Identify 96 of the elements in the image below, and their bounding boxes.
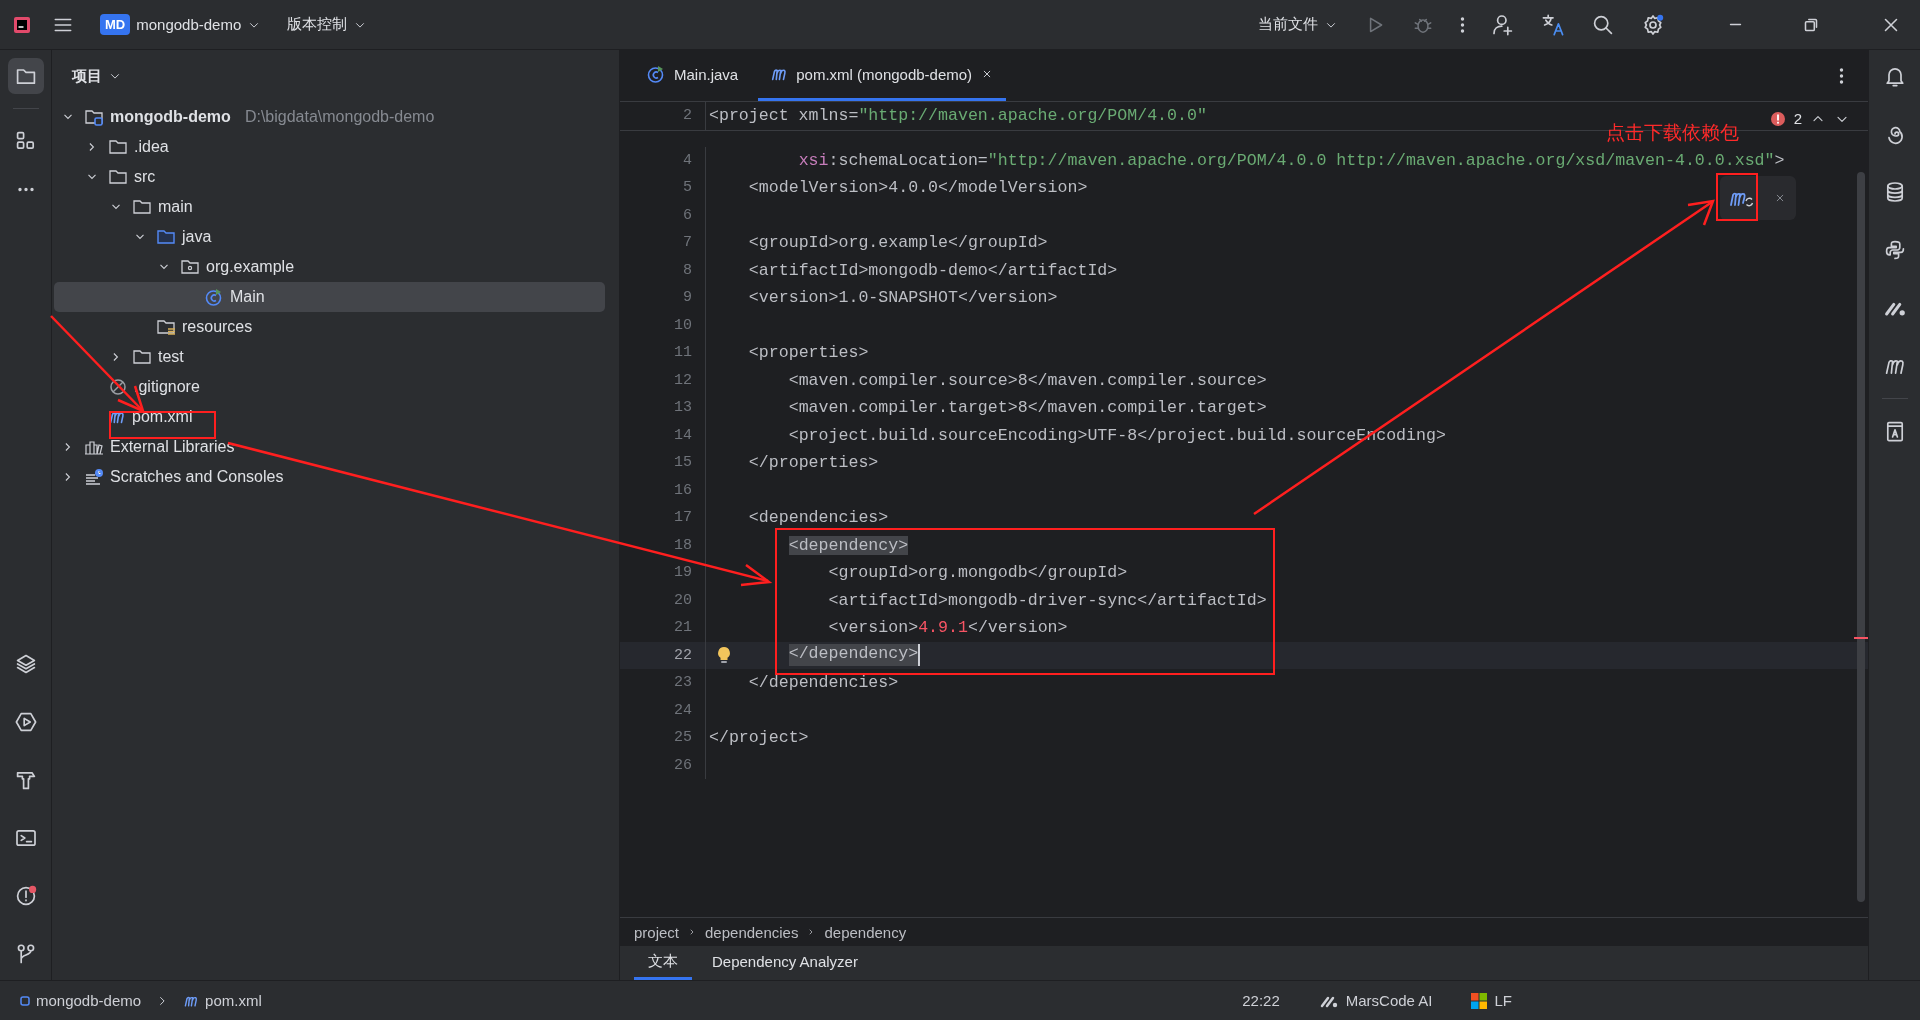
folder-icon xyxy=(108,168,128,186)
line-number: 24 xyxy=(673,701,693,719)
line-number: 8 xyxy=(682,261,693,279)
tree-item-label: src xyxy=(134,168,156,186)
tree-item[interactable]: Scratches and Consoles xyxy=(54,462,605,492)
tree-item-label: resources xyxy=(182,318,253,336)
status-item[interactable]: LF xyxy=(1464,989,1518,1012)
line-number: 13 xyxy=(673,399,693,417)
tree-item[interactable]: main xyxy=(54,192,605,222)
more-vertical-icon xyxy=(1839,66,1844,85)
breadcrumb[interactable]: project xyxy=(634,923,680,941)
line-number: 16 xyxy=(673,481,693,499)
tree-item[interactable]: resources xyxy=(54,312,605,342)
run-config-selector[interactable]: 当前文件 xyxy=(1252,11,1344,38)
resources-folder-icon xyxy=(156,318,176,336)
lightbulb-icon[interactable] xyxy=(716,645,732,666)
run-icon xyxy=(13,710,38,734)
ignore-file-icon xyxy=(108,377,128,397)
error-icon[interactable] xyxy=(1769,110,1786,127)
tree-item[interactable]: java xyxy=(54,222,605,252)
line-number: 9 xyxy=(682,289,693,307)
code-line: 4 xsi:schemaLocation="http://maven.apache.org/POM/4.0.0 http://maven.apache.org/xsd/maven-4.0.0.xsd"> xyxy=(620,146,1868,174)
project-view-selector[interactable]: 项目 xyxy=(66,62,128,90)
line-number: 22 xyxy=(673,646,693,664)
line-number: 18 xyxy=(673,536,693,554)
folder-icon xyxy=(108,138,128,156)
tree-item-label: Scratches and Consoles xyxy=(110,468,284,486)
highlight-frame xyxy=(1716,173,1758,221)
tree-item[interactable]: mongodb-demo D:\bigdata\mongodb-demo xyxy=(54,102,605,132)
line-number: 19 xyxy=(673,564,693,582)
editor-tab[interactable]: Main.java xyxy=(634,50,751,101)
add-user-icon xyxy=(1491,12,1515,37)
line-number: 7 xyxy=(682,234,693,252)
line-number: 20 xyxy=(673,591,693,609)
line-number: 14 xyxy=(673,426,693,444)
class-icon xyxy=(646,64,666,84)
line-number: 26 xyxy=(673,756,693,774)
project-path: D:\bigdata\mongodb-demo xyxy=(244,108,435,126)
windows-icon xyxy=(1470,991,1489,1010)
vcs-menu[interactable]: 版本控制 xyxy=(281,11,374,38)
line-number: 15 xyxy=(673,454,693,472)
folder-icon xyxy=(132,198,152,216)
tree-item[interactable]: Main xyxy=(54,282,605,312)
line-number: 10 xyxy=(673,316,693,334)
tree-item-label: Main xyxy=(230,288,265,306)
minimize-icon xyxy=(1729,23,1742,26)
tree-item[interactable]: External Libraries xyxy=(54,432,605,462)
status-path-item[interactable]: mongodb-demo xyxy=(14,990,148,1011)
tree-item-label: pom.xml xyxy=(132,408,193,426)
app-logo-icon[interactable] xyxy=(12,14,32,35)
tree-item[interactable]: test xyxy=(54,342,605,372)
line-number: 17 xyxy=(673,509,693,527)
tree-item-label: mongodb-demo xyxy=(110,108,231,126)
line-number: 21 xyxy=(673,619,693,637)
status-path-item[interactable]: pom.xml xyxy=(177,990,268,1011)
status-item[interactable]: MarsCode AI xyxy=(1311,988,1439,1013)
tree-item-label: External Libraries xyxy=(110,438,235,456)
line-number: 12 xyxy=(673,371,693,389)
tree-item[interactable]: org.example xyxy=(54,252,605,282)
tool-window-button[interactable] xyxy=(7,58,44,94)
tree-item-label: main xyxy=(158,198,193,216)
status-item[interactable]: 22:22 xyxy=(1236,990,1286,1011)
line-number: 23 xyxy=(673,674,693,692)
tree-item-label: test xyxy=(158,348,184,366)
line-number: 6 xyxy=(682,206,693,224)
tree-item-label: java xyxy=(182,228,212,246)
folder-icon xyxy=(132,348,152,366)
line-number: 5 xyxy=(682,179,693,197)
library-icon xyxy=(84,438,104,456)
project-switcher[interactable]: MD mongodb-demo xyxy=(94,10,268,39)
tree-item-label: .idea xyxy=(134,138,169,156)
more-icon xyxy=(15,187,36,192)
breadcrumb[interactable]: dependencies xyxy=(705,923,799,941)
line-number: 4 xyxy=(682,151,693,169)
more-vertical-icon xyxy=(1460,15,1465,34)
class-icon xyxy=(204,287,224,307)
tree-item[interactable]: pom.xml xyxy=(54,402,605,432)
package-folder-icon xyxy=(180,258,200,276)
module-icon xyxy=(20,995,30,1006)
settings-icon xyxy=(1641,12,1665,37)
module-folder-icon xyxy=(84,108,104,126)
error-count: 2 xyxy=(1793,110,1802,127)
tree-item-label: org.example xyxy=(206,258,295,276)
editor-mode-tab[interactable]: Dependency Analyzer xyxy=(698,946,872,980)
project-badge: MD xyxy=(100,14,131,35)
line-number: 25 xyxy=(673,729,693,747)
breadcrumb[interactable]: dependency xyxy=(824,923,907,941)
tree-item-label: .gitignore xyxy=(134,378,200,396)
tree-item[interactable]: .idea xyxy=(54,132,605,162)
line-number: 11 xyxy=(673,344,693,362)
folder-icon xyxy=(156,228,176,246)
scratches-icon xyxy=(84,468,104,486)
annotation-label: 点击下载依赖包 xyxy=(1606,121,1739,145)
translate-icon xyxy=(1541,12,1565,37)
tree-item[interactable]: src xyxy=(54,162,605,192)
tree-item[interactable]: .gitignore xyxy=(54,372,605,402)
